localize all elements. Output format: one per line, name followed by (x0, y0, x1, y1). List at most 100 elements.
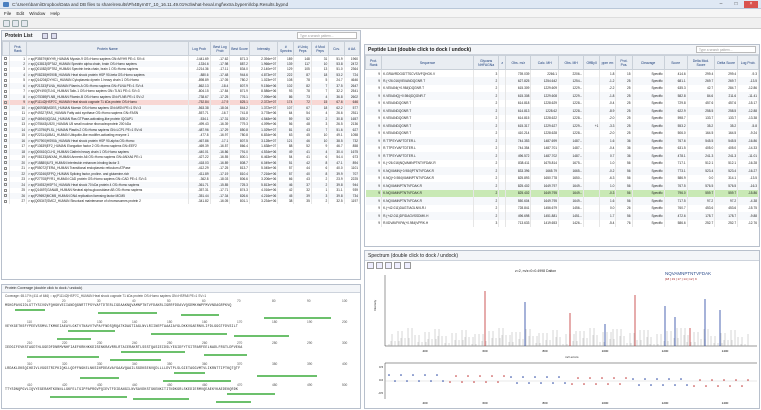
peptide-coverage-bar[interactable] (57, 337, 91, 340)
peptide-row[interactable]: 9 R.(+42.011)DFIDAGVSSDMK.H 2 496.698 1451.8… (365, 212, 759, 220)
peptide-row[interactable]: 9 K.GRAVRDGIDTTSCVSIVFQHGK.V 3 739.039 2266.… (365, 69, 759, 77)
peptide-row[interactable]: 9 K.NQVAMNPTNTVFDAK.R 2 825.402 1649.795 1649… (365, 189, 759, 197)
peptide-row[interactable]: 9 K.VEIIANI(+0.984)DQGNR.T 2 615.309 1229.60… (365, 84, 759, 92)
checkbox-icon[interactable] (3, 122, 7, 126)
checkbox-icon[interactable] (3, 67, 7, 71)
spectrum-plot[interactable]: 400 400 600 600 800 800 1000 1000 1200 1200 1400 14… (365, 251, 760, 409)
peptide-coverage-bar[interactable] (204, 353, 247, 356)
close-button[interactable]: × (744, 1, 758, 8)
checkbox-icon[interactable] (3, 117, 7, 121)
peptide-coverage-bar[interactable] (15, 309, 45, 311)
peptide-row[interactable]: 9 K.VEIIANDQGNR.T 2 410.214 1228.628 1228... -… (365, 129, 759, 137)
peptide-search-input[interactable]: Type a search pattern... (696, 46, 756, 53)
peptide-col-header[interactable]: ppm err. (599, 55, 617, 70)
peptide-row[interactable]: 9 R.TTPSYVAFTDTER.L 2 744.353 1487.699 1487..… (365, 137, 759, 145)
table-view-icon[interactable] (51, 33, 57, 39)
peptide-coverage-bar[interactable] (216, 400, 251, 403)
peptide-coverage-bar[interactable] (110, 358, 161, 361)
protein-col-header[interactable]: # Spectra (277, 41, 295, 56)
peptide-coverage-bar[interactable] (98, 311, 157, 314)
checkbox-icon[interactable] (3, 78, 7, 82)
checkbox-icon[interactable] (3, 100, 7, 104)
peptide-coverage-bar[interactable] (174, 372, 205, 374)
checkbox-icon[interactable] (3, 84, 7, 88)
peptide-row[interactable]: 9 K.VEIIANDQGNR.T 2 614.815 1228.622 1228... -… (365, 114, 759, 122)
peptide-coverage-bar[interactable] (163, 379, 231, 382)
peptide-row[interactable]: 9 K.NQVAMNPTNTVFDAK.R 2 550.604 1649.795 1649… (365, 197, 759, 205)
save-icon[interactable] (12, 20, 19, 27)
peptide-coverage-bar[interactable] (257, 374, 317, 377)
checkbox-icon[interactable] (3, 73, 7, 77)
minimize-button[interactable]: – (714, 1, 728, 8)
protein-col-header[interactable]: Best Score (229, 41, 250, 56)
peptide-col-header[interactable]: Cleavage (631, 55, 665, 70)
protein-col-header[interactable]: # AA (343, 41, 360, 56)
checkbox-icon[interactable] (3, 188, 7, 192)
peptide-coverage-bar[interactable] (27, 356, 99, 358)
menu-help[interactable]: Help (50, 11, 59, 16)
checkbox-icon[interactable] (3, 62, 7, 66)
peptide-coverage-bar[interactable] (234, 335, 289, 337)
checkbox-icon[interactable] (3, 150, 7, 154)
checkbox-icon[interactable] (3, 161, 7, 165)
protein-col-header[interactable]: Intensity (248, 41, 279, 56)
peptide-col-header[interactable]: OffByX (583, 55, 601, 70)
peptide-coverage-bar[interactable] (80, 377, 119, 379)
checkbox-icon[interactable] (3, 177, 7, 181)
peptide-col-header[interactable]: Calc. MH (530, 55, 559, 70)
peptide-col-header[interactable]: Prot. Rank (365, 55, 383, 70)
protein-col-header[interactable]: Best Log Prob (209, 41, 231, 56)
checkbox-icon[interactable] (3, 111, 7, 115)
peptide-row[interactable]: 9 R.TTPSYVAFTDTER.L 2 496.572 1487.702 1487..… (365, 152, 759, 160)
peptide-row[interactable]: 9 K.VEIIANDQGNR.T 2 615.317 1229.627 1229... +… (365, 122, 759, 130)
checkbox-icon[interactable] (3, 128, 7, 132)
peptide-coverage-bar[interactable] (151, 332, 227, 335)
protein-col-header[interactable]: Prot. Rank (8, 41, 28, 56)
protein-row[interactable]: 27 > sp|Q05347|SMC2_HUMAN Structural main… (2, 198, 360, 204)
open-icon[interactable] (3, 20, 10, 27)
checkbox-icon[interactable] (3, 95, 7, 99)
peptide-row[interactable]: 9 K.VEIIANDQGNR.T 2 614.818 1228.629 1228... -… (365, 99, 759, 107)
peptide-row[interactable]: 9 K.NQVAMN(+0.984)PTNTVFDAK.R 2 833.396 1665… (365, 167, 759, 175)
peptide-row[interactable]: 9 K.VEIIANDQGNR.T 2 614.813 1228.62 1228... -8… (365, 107, 759, 115)
peptide-row[interactable]: 9 R.(+26.016)VEIIANDQGNR.T 2 627.825 1254.64… (365, 77, 759, 85)
maximize-button[interactable]: □ (729, 1, 743, 8)
peptide-row[interactable]: 9 K.VEIIANQ(+0.984)DQGNR.T 2 615.308 1229.60… (365, 92, 759, 100)
peptide-coverage-bar[interactable] (68, 330, 115, 332)
checkbox-icon[interactable] (3, 139, 7, 143)
protein-col-header[interactable]: Log Prob (187, 41, 211, 56)
menu-file[interactable]: File (4, 11, 11, 16)
peptide-coverage-bar[interactable] (121, 351, 185, 353)
peptide-col-header[interactable]: Delta Mod. Score (686, 55, 716, 70)
peptide-coverage-bar[interactable] (181, 314, 219, 316)
peptide-row[interactable]: 9 K.NQ(+0.984)VAMNPTNTVFDAK.R 2 825.893 1650… (365, 174, 759, 182)
peptide-coverage-bar[interactable] (133, 398, 189, 400)
checkbox-icon[interactable] (3, 155, 7, 159)
peptide-col-header[interactable]: Glycans NHFAGNa (472, 55, 500, 70)
menu-edit[interactable]: Edit (16, 11, 24, 16)
checkbox-icon[interactable] (3, 172, 7, 176)
export-icon[interactable] (21, 20, 28, 27)
protein-col-header[interactable]: # Mod Peps (310, 41, 330, 56)
peptide-col-header[interactable]: z (498, 55, 507, 70)
peptide-col-header[interactable]: Delta Score (714, 55, 739, 70)
protein-col-header[interactable]: Protein Name (26, 41, 189, 56)
peptide-col-header[interactable]: Sequence (381, 55, 474, 70)
checkbox-icon[interactable] (3, 89, 7, 93)
peptide-row[interactable]: 9 R.IIDVAVFKPA(+0.984)VPRK.H 3 713.633 1419.… (365, 219, 759, 227)
peptide-col-header[interactable]: Obs. MH (557, 55, 585, 70)
checkbox-icon[interactable] (3, 144, 7, 148)
peptide-col-header[interactable]: Obs. m/z (505, 55, 532, 70)
checkbox-icon[interactable] (3, 106, 7, 110)
checkbox-icon[interactable] (3, 57, 7, 61)
list-view-icon[interactable] (42, 33, 48, 39)
checkbox-icon[interactable] (3, 194, 7, 198)
protein-col-header[interactable]: Cov. (328, 41, 345, 56)
peptide-col-header[interactable]: Score (663, 55, 688, 70)
protein-col-header[interactable]: # Uniq Peps (293, 41, 312, 56)
peptide-coverage-bar[interactable] (264, 316, 331, 319)
peptide-coverage-bar[interactable] (50, 395, 127, 398)
checkbox-icon[interactable] (3, 133, 7, 137)
menu-window[interactable]: Window (29, 11, 45, 16)
peptide-col-header[interactable]: Log Prob. (737, 55, 759, 70)
